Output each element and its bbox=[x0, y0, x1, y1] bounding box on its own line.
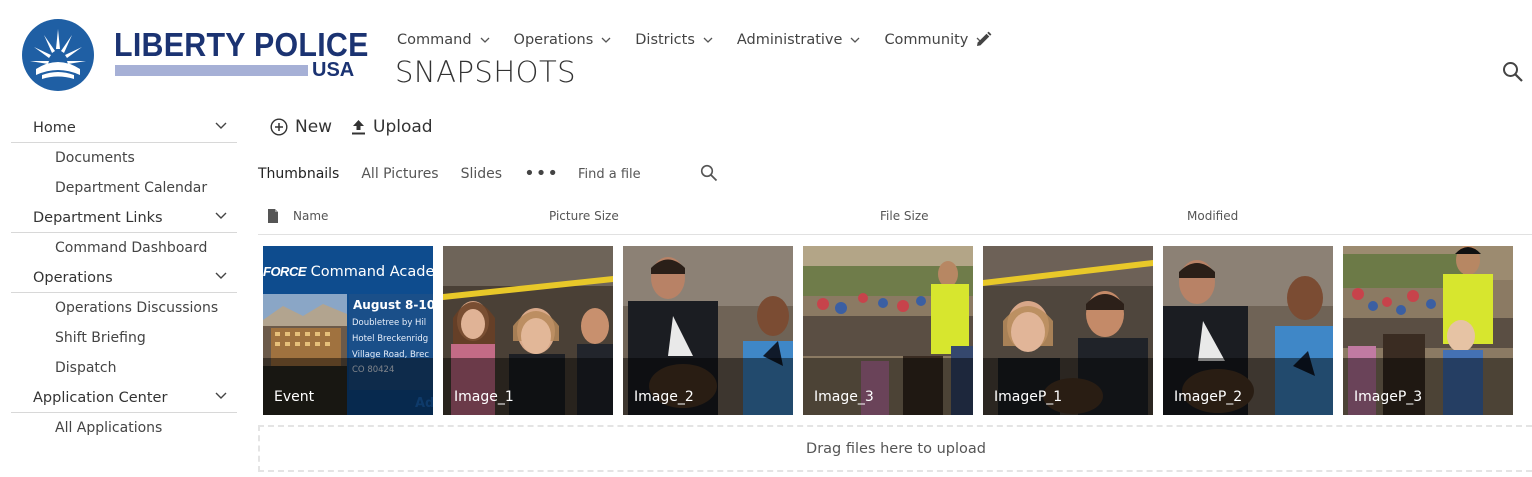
pencil-icon[interactable] bbox=[975, 31, 992, 48]
thumbnail-overlay bbox=[983, 358, 1153, 415]
brand-logo[interactable]: LIBERTY POLICE USA bbox=[114, 26, 368, 82]
tab-slides[interactable]: Slides bbox=[461, 166, 502, 182]
thumbnail-label: ImageP_1 bbox=[994, 389, 1063, 405]
nav-header-operations[interactable]: Operations bbox=[11, 263, 237, 293]
event-brand-word: FORCE bbox=[263, 264, 307, 279]
thumbnail-label: Image_3 bbox=[814, 389, 874, 405]
topnav-label: Community bbox=[884, 32, 969, 48]
chevron-down-icon bbox=[601, 37, 611, 43]
topnav-label: Administrative bbox=[736, 32, 843, 48]
chevron-down-icon[interactable] bbox=[215, 392, 227, 399]
chevron-down-icon[interactable] bbox=[215, 122, 227, 129]
tab-thumbnails[interactable]: Thumbnails bbox=[258, 166, 339, 182]
view-switcher: Thumbnails All Pictures Slides ••• bbox=[258, 163, 559, 185]
brand-bar bbox=[115, 65, 308, 76]
top-navigation: Command Operations Districts Administrat… bbox=[397, 29, 1010, 51]
event-heading-text: Command Academ bbox=[310, 264, 433, 280]
brand-subtitle: USA bbox=[312, 59, 355, 81]
topnav-label: Command bbox=[397, 32, 472, 48]
event-address-line: Hotel Breckenridg bbox=[352, 334, 429, 344]
column-picture-size[interactable]: Picture Size bbox=[549, 209, 619, 223]
column-file-size[interactable]: File Size bbox=[880, 209, 929, 223]
nav-header-department-links[interactable]: Department Links bbox=[11, 203, 237, 233]
event-ad-corner: Ad bbox=[415, 396, 433, 411]
new-button[interactable]: New bbox=[270, 117, 332, 137]
nav-item-operations-discussions[interactable]: Operations Discussions bbox=[11, 293, 237, 323]
column-modified[interactable]: Modified bbox=[1187, 209, 1238, 223]
chevron-down-icon[interactable] bbox=[215, 272, 227, 279]
chevron-down-icon bbox=[480, 37, 489, 43]
page-title-text: SNAPSHOTS bbox=[395, 55, 577, 89]
nav-group-department-links: Department Links Command Dashboard bbox=[11, 203, 237, 263]
thumbnail-image-1[interactable]: Image_1 bbox=[443, 246, 613, 415]
thumbnail-label: Event bbox=[274, 389, 315, 405]
topnav-community[interactable]: Community bbox=[884, 32, 986, 48]
tab-all-pictures[interactable]: All Pictures bbox=[361, 166, 438, 182]
topnav-command[interactable]: Command bbox=[397, 32, 490, 48]
nav-item-command-dashboard[interactable]: Command Dashboard bbox=[11, 233, 237, 263]
drop-zone-text: Drag files here to upload bbox=[806, 440, 986, 457]
upload-icon bbox=[352, 119, 365, 134]
thumbnail-overlay bbox=[263, 358, 433, 415]
nav-header-label: Application Center bbox=[33, 389, 168, 406]
logo-icon[interactable] bbox=[22, 19, 94, 91]
thumbnail-label: ImageP_3 bbox=[1354, 389, 1423, 405]
search-icon[interactable] bbox=[1502, 61, 1524, 83]
new-label: New bbox=[295, 117, 333, 137]
nav-group-home: Home Documents Department Calendar bbox=[11, 113, 237, 203]
thumbnail-image-3[interactable]: Image_3 bbox=[803, 246, 973, 415]
event-heading: FORCE Command Academ bbox=[263, 264, 433, 280]
nav-header-label: Department Links bbox=[33, 209, 163, 226]
nav-header-label: Operations bbox=[33, 269, 113, 286]
thumbnail-imagep-1[interactable]: ImageP_1 bbox=[983, 246, 1153, 415]
find-file-input[interactable] bbox=[578, 165, 718, 183]
upload-label: Upload bbox=[373, 117, 433, 137]
thumbnail-label: Image_1 bbox=[454, 389, 514, 405]
page-title: SNAPSHOTS bbox=[395, 54, 576, 90]
upload-drop-zone[interactable]: Drag files here to upload bbox=[258, 425, 1532, 472]
thumbnail-overlay bbox=[443, 358, 613, 415]
thumbnail-overlay bbox=[1163, 358, 1333, 415]
nav-item-shift-briefing[interactable]: Shift Briefing bbox=[11, 323, 237, 353]
nav-item-documents[interactable]: Documents bbox=[11, 143, 237, 173]
thumbnail-event[interactable]: FORCE Command Academ August 8-10, 20 Dou… bbox=[263, 246, 433, 415]
thumbnail-overlay bbox=[1343, 358, 1513, 415]
upload-button[interactable]: Upload bbox=[351, 117, 433, 137]
thumbnail-label: Image_2 bbox=[634, 389, 694, 405]
column-name[interactable]: Name bbox=[293, 209, 328, 223]
chevron-down-icon bbox=[850, 37, 860, 43]
more-options-icon[interactable]: ••• bbox=[524, 165, 559, 183]
chevron-down-icon[interactable] bbox=[215, 212, 227, 219]
topnav-districts[interactable]: Districts bbox=[635, 32, 713, 48]
nav-header-home[interactable]: Home bbox=[11, 113, 237, 143]
search-icon[interactable] bbox=[700, 164, 718, 182]
topnav-administrative[interactable]: Administrative bbox=[737, 32, 861, 48]
document-icon bbox=[268, 209, 278, 223]
event-date: August 8-10, 20 bbox=[353, 298, 433, 312]
thumbnail-imagep-2[interactable]: ImageP_2 bbox=[1163, 246, 1333, 415]
nav-group-operations: Operations Operations Discussions Shift … bbox=[11, 263, 237, 383]
topnav-operations[interactable]: Operations bbox=[514, 32, 612, 48]
nav-header-application-center[interactable]: Application Center bbox=[11, 383, 237, 413]
event-address-line: Doubletree by Hil bbox=[352, 318, 427, 328]
nav-item-all-applications[interactable]: All Applications bbox=[11, 413, 237, 443]
nav-item-department-calendar[interactable]: Department Calendar bbox=[11, 173, 237, 203]
thumbnail-image-2[interactable]: Image_2 bbox=[623, 246, 793, 415]
chevron-down-icon bbox=[703, 37, 713, 43]
thumbnail-overlay bbox=[803, 358, 973, 415]
topnav-label: Districts bbox=[635, 32, 695, 48]
thumbnail-overlay bbox=[623, 358, 793, 415]
nav-group-application-center: Application Center All Applications bbox=[11, 383, 237, 443]
topnav-label: Operations bbox=[513, 32, 594, 48]
left-navigation: Home Documents Department Calendar Depar… bbox=[11, 113, 237, 443]
plus-circle-icon bbox=[270, 118, 288, 136]
thumbnail-imagep-3[interactable]: ImageP_3 bbox=[1343, 246, 1513, 415]
thumbnail-label: ImageP_2 bbox=[1174, 389, 1243, 405]
column-divider bbox=[258, 234, 1532, 235]
nav-item-dispatch[interactable]: Dispatch bbox=[11, 353, 237, 383]
nav-header-label: Home bbox=[33, 119, 76, 136]
